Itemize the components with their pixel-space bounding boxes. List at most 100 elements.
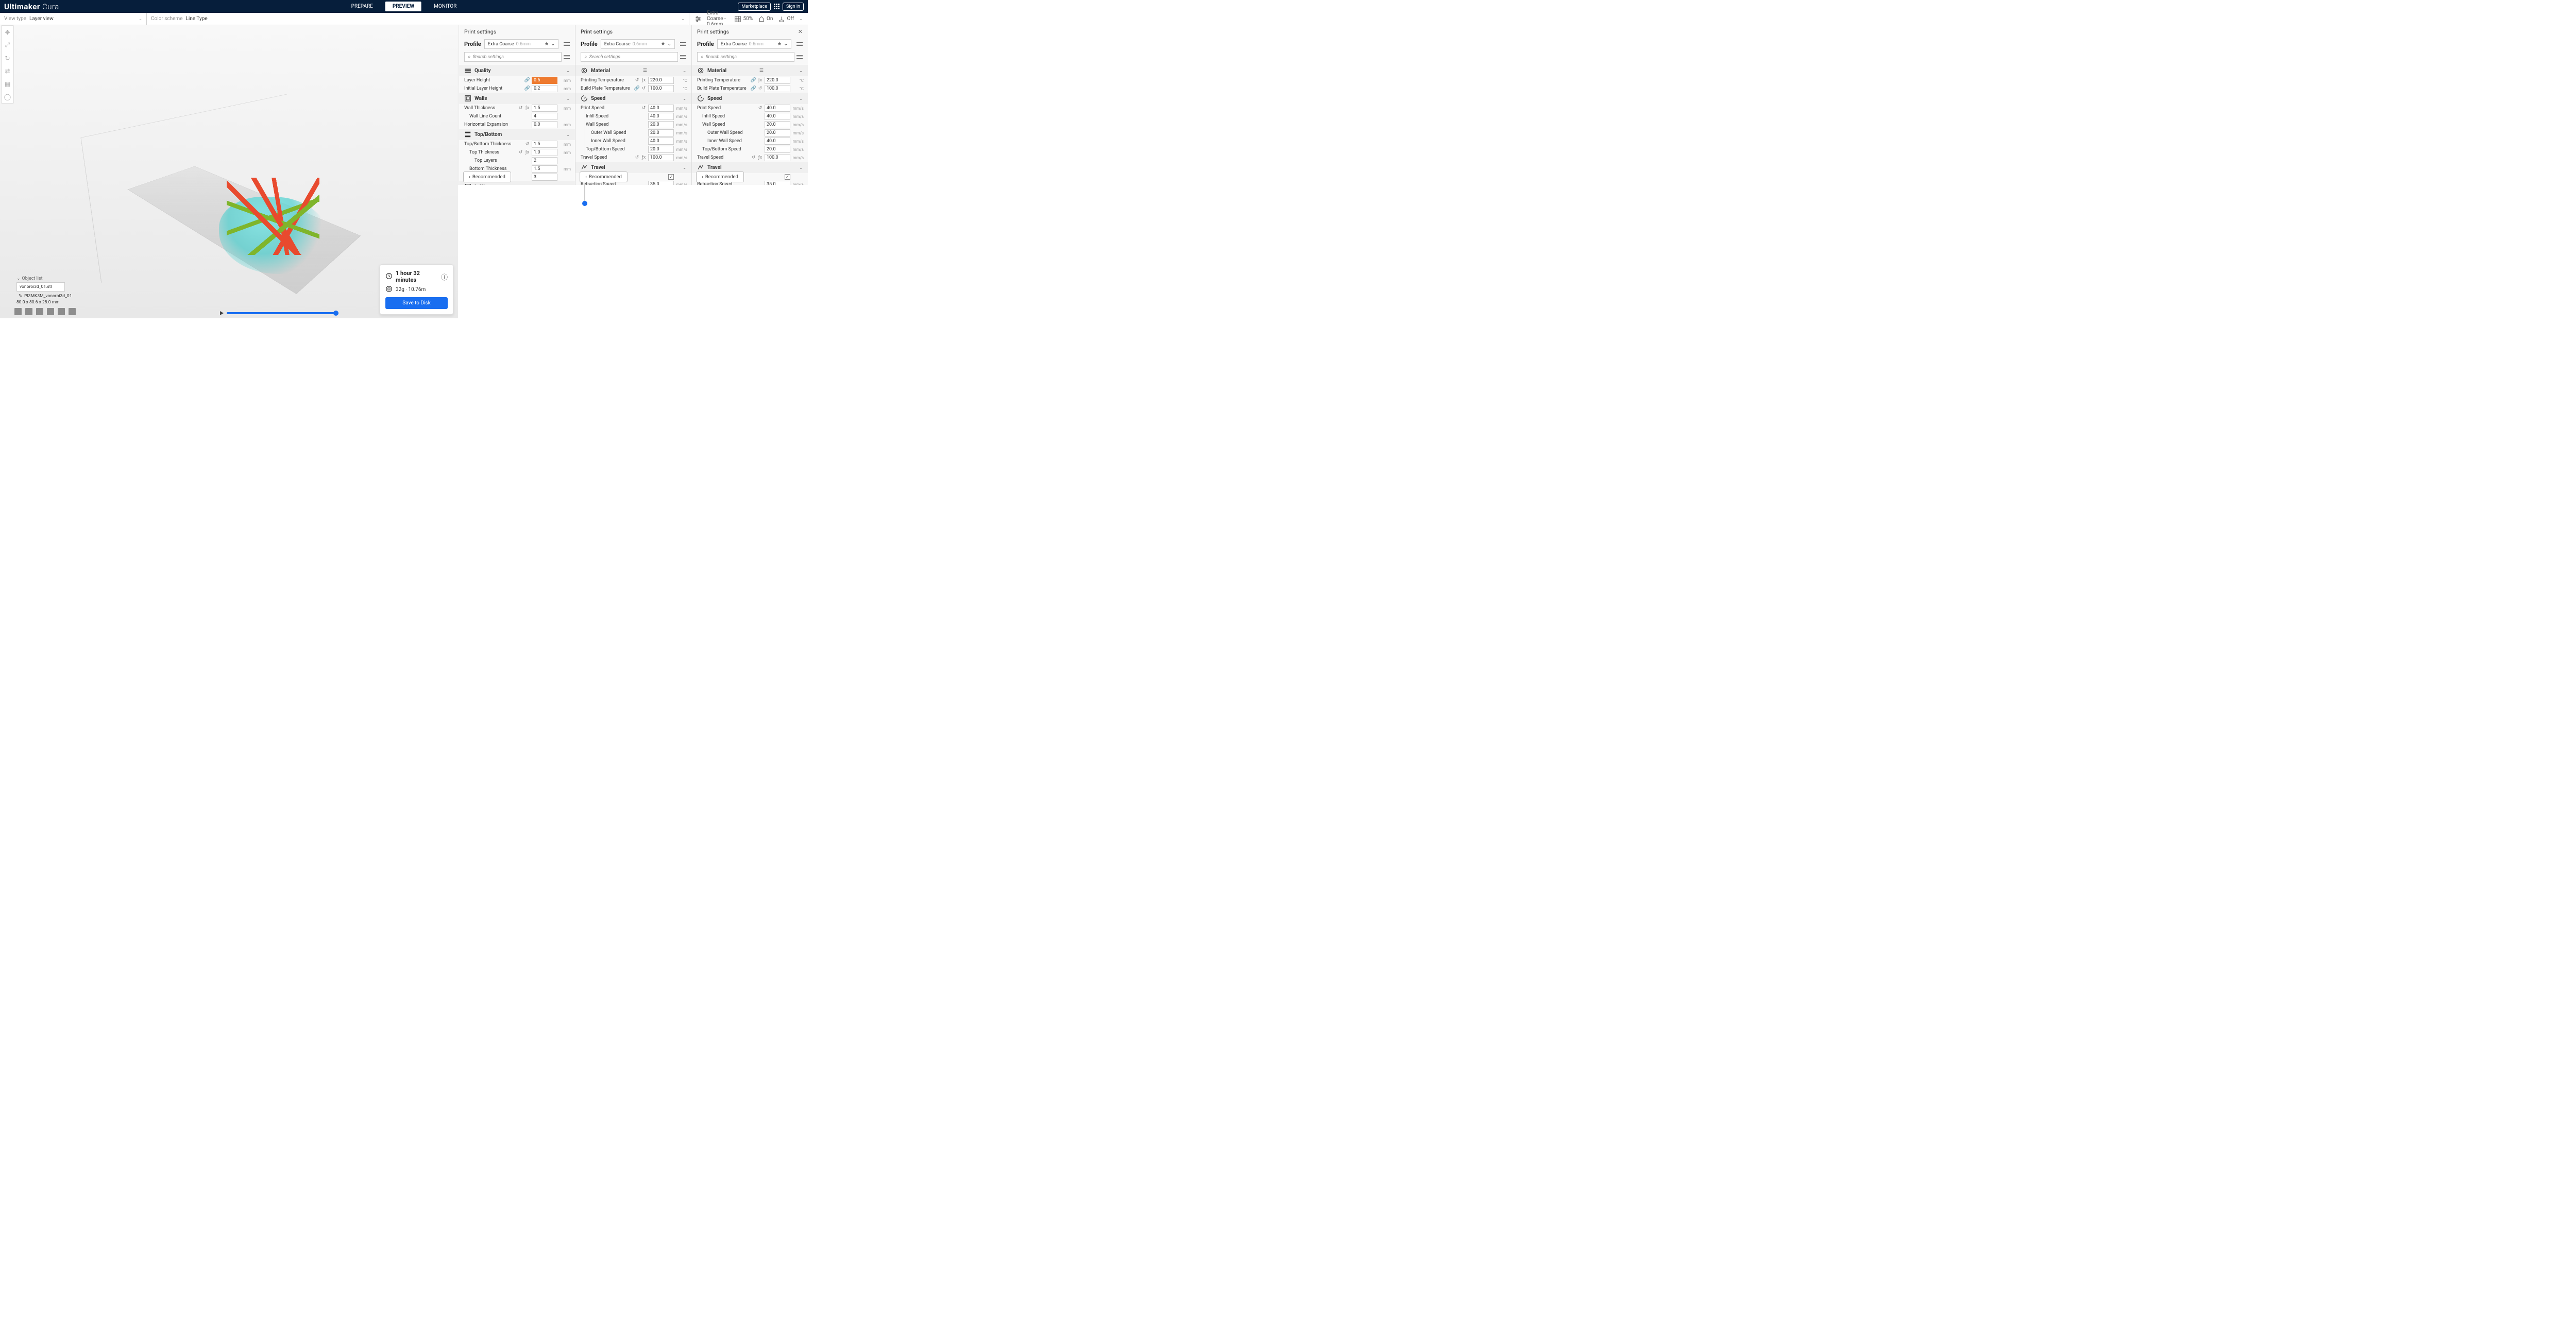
- profile-dropdown[interactable]: Extra Coarse0.6mm ★ ⌄: [601, 39, 675, 49]
- recommended-button[interactable]: ‹Recommended: [696, 172, 744, 182]
- section-speed[interactable]: Speed⌄: [692, 93, 808, 104]
- setting-input[interactable]: 20.0: [648, 129, 674, 136]
- view-icon-2[interactable]: [25, 308, 32, 315]
- tab-preview[interactable]: PREVIEW: [385, 2, 421, 11]
- reset-icon[interactable]: ↺: [641, 86, 647, 92]
- setting-input[interactable]: 40.0: [765, 105, 790, 112]
- recommended-button[interactable]: ‹Recommended: [580, 172, 628, 182]
- recommended-button[interactable]: ‹Recommended: [463, 172, 511, 182]
- setting-input[interactable]: 100.0: [648, 85, 674, 92]
- setting-input[interactable]: 20.0: [765, 146, 790, 153]
- slider-track[interactable]: [227, 312, 338, 314]
- setting-input[interactable]: 0.0: [532, 121, 557, 128]
- fx-icon[interactable]: ƒx: [641, 155, 647, 161]
- hamburger-icon[interactable]: [680, 55, 686, 59]
- section-quality[interactable]: Quality⌄: [459, 65, 575, 76]
- fx-icon[interactable]: ƒx: [757, 78, 763, 83]
- reset-icon[interactable]: ↺: [634, 78, 640, 83]
- setting-input[interactable]: 3: [532, 174, 557, 181]
- fx-icon[interactable]: ƒx: [757, 155, 763, 161]
- tab-prepare[interactable]: PREPARE: [344, 2, 380, 11]
- setting-input[interactable]: 40.0: [765, 138, 790, 145]
- setting-input[interactable]: 20.0: [765, 129, 790, 136]
- object-list-header[interactable]: ⌄ Object list: [16, 276, 65, 281]
- reset-icon[interactable]: ↺: [634, 155, 640, 161]
- view-icon-4[interactable]: [47, 308, 54, 315]
- link-icon[interactable]: 🔗: [524, 78, 530, 83]
- simulation-slider[interactable]: [220, 311, 338, 315]
- mesh-tool[interactable]: ▦: [2, 77, 13, 90]
- setting-input[interactable]: 100.0: [765, 154, 790, 161]
- link-icon[interactable]: 🔗: [751, 78, 756, 83]
- reset-icon[interactable]: ↺: [518, 150, 523, 156]
- move-tool[interactable]: ✥: [2, 26, 13, 39]
- signin-button[interactable]: Sign in: [783, 3, 804, 11]
- info-icon[interactable]: ⓘ: [441, 272, 448, 282]
- setting-checkbox[interactable]: ✓: [668, 174, 674, 180]
- section-material[interactable]: Material ⌄: [692, 65, 808, 76]
- setting-input[interactable]: 1.5: [532, 165, 557, 173]
- setting-checkbox[interactable]: ✓: [785, 174, 790, 180]
- link-icon[interactable]: 🔗: [751, 86, 756, 92]
- profile-dropdown[interactable]: Extra Coarse0.6mm ★ ⌄: [484, 39, 558, 49]
- reset-icon[interactable]: ↺: [757, 86, 763, 92]
- setting-input[interactable]: 40.0: [648, 138, 674, 145]
- profile-dropdown[interactable]: Extra Coarse0.6mm ★ ⌄: [717, 39, 791, 49]
- setting-input[interactable]: 20.0: [648, 146, 674, 153]
- setting-input[interactable]: 220.0: [765, 77, 790, 84]
- setting-input[interactable]: 40.0: [648, 113, 674, 120]
- save-to-disk-button[interactable]: Save to Disk: [385, 297, 448, 309]
- setting-input[interactable]: 1.0: [532, 149, 557, 156]
- scale-tool[interactable]: ⤢: [2, 39, 13, 52]
- hamburger-icon[interactable]: [680, 42, 686, 46]
- setting-input[interactable]: 100.0: [765, 85, 790, 92]
- color-scheme-dropdown[interactable]: Color scheme Line Type ⌄: [147, 13, 689, 25]
- setting-input[interactable]: 35.0: [648, 181, 674, 185]
- link-icon[interactable]: 🔗: [634, 86, 640, 92]
- reset-icon[interactable]: ↺: [751, 155, 756, 161]
- pencil-icon[interactable]: ✎: [19, 294, 22, 299]
- mirror-tool[interactable]: ⇄: [2, 64, 13, 77]
- tab-monitor[interactable]: MONITOR: [427, 2, 464, 11]
- section-material[interactable]: Material ⌄: [575, 65, 691, 76]
- hamburger-icon[interactable]: [564, 55, 570, 59]
- section-walls[interactable]: Walls⌄: [459, 93, 575, 104]
- reset-icon[interactable]: ↺: [757, 106, 763, 111]
- view-icon-1[interactable]: [14, 308, 22, 315]
- search-input[interactable]: ⌕: [581, 52, 678, 62]
- view-icon-6[interactable]: [69, 308, 76, 315]
- view-icon-3[interactable]: [36, 308, 43, 315]
- setting-input[interactable]: 40.0: [648, 105, 674, 112]
- reset-icon[interactable]: ↺: [518, 106, 523, 111]
- apps-icon[interactable]: [774, 4, 779, 9]
- section-topbottom[interactable]: Top/Bottom⌄: [459, 129, 575, 140]
- fx-icon[interactable]: ƒx: [641, 78, 647, 83]
- setting-input[interactable]: 1.5: [532, 141, 557, 148]
- close-icon[interactable]: ✕: [798, 28, 803, 35]
- setting-input[interactable]: 2: [532, 157, 557, 164]
- 3d-viewport[interactable]: 1 hour 32 minutes ⓘ 32g · 10.76m Save to…: [0, 25, 458, 318]
- section-speed[interactable]: Speed⌄: [575, 93, 691, 104]
- play-button[interactable]: [220, 311, 224, 315]
- setting-input[interactable]: 20.0: [648, 121, 674, 128]
- rotate-tool[interactable]: ↻: [2, 52, 13, 64]
- support-tool[interactable]: ◯: [2, 90, 13, 103]
- link-icon[interactable]: 🔗: [524, 86, 530, 92]
- setting-input[interactable]: 220.0: [648, 77, 674, 84]
- marketplace-button[interactable]: Marketplace: [738, 3, 771, 11]
- setting-input[interactable]: 40.0: [765, 113, 790, 120]
- view-icon-5[interactable]: [58, 308, 65, 315]
- reset-icon[interactable]: ↺: [524, 142, 530, 147]
- setting-input[interactable]: 20.0: [765, 121, 790, 128]
- view-type-dropdown[interactable]: View type Layer view ⌄: [0, 13, 147, 25]
- layer-slider-thumb[interactable]: [582, 201, 587, 206]
- setting-input[interactable]: 1.5: [532, 105, 557, 112]
- object-list-item[interactable]: vonoroi3d_01.stl: [16, 282, 65, 292]
- reset-icon[interactable]: ↺: [641, 106, 647, 111]
- setting-input[interactable]: 4: [532, 113, 557, 120]
- hamburger-icon[interactable]: [564, 42, 570, 46]
- setting-input[interactable]: 35.0: [765, 181, 790, 185]
- hamburger-icon[interactable]: [796, 42, 803, 46]
- hamburger-icon[interactable]: [796, 55, 803, 59]
- setting-input[interactable]: 0.2: [532, 85, 557, 92]
